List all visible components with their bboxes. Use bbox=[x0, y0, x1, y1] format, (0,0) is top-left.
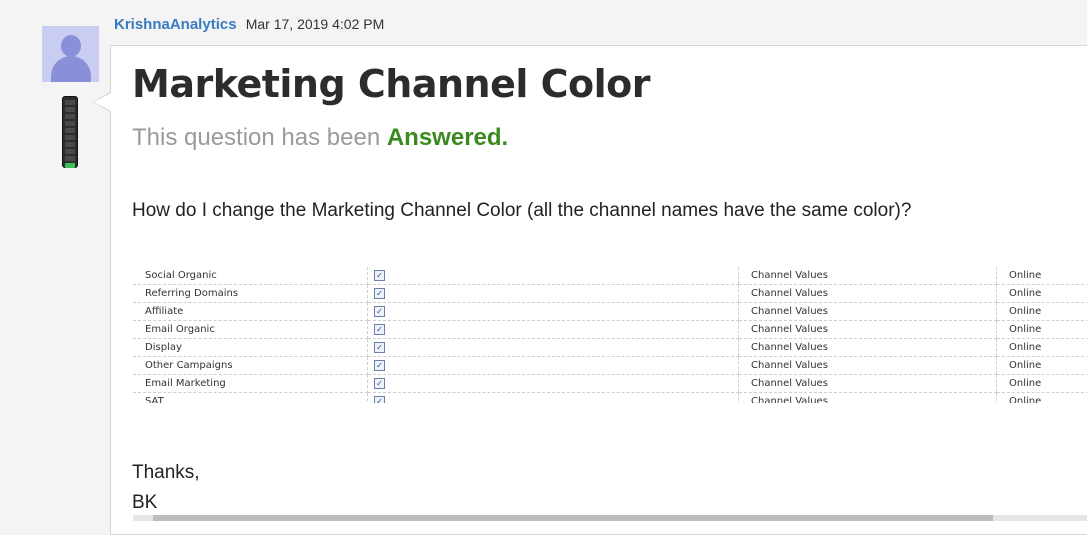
table-row: Referring Domains ✓ Channel ValuesOnline bbox=[133, 285, 1087, 303]
channel-enabled: ✓ bbox=[368, 303, 739, 321]
checkbox-icon: ✓ bbox=[374, 396, 385, 403]
channel-status: Online bbox=[997, 303, 1087, 321]
user-avatar[interactable] bbox=[42, 26, 99, 82]
channel-status: Online bbox=[997, 267, 1087, 285]
question-body: How do I change the Marketing Channel Co… bbox=[132, 200, 911, 222]
channel-status: Online bbox=[997, 375, 1087, 393]
avatar-body-icon bbox=[51, 56, 91, 82]
channel-enabled: ✓ bbox=[368, 375, 739, 393]
channel-enabled: ✓ bbox=[368, 285, 739, 303]
rank-segment bbox=[65, 114, 75, 119]
embedded-screenshot: Social Organic✓Channel ValuesOnlineRefer… bbox=[133, 267, 1087, 403]
table-row: Affiliate ✓ Channel ValuesOnline bbox=[133, 303, 1087, 321]
checkbox-icon: ✓ bbox=[374, 360, 385, 371]
channel-name: Email Organic bbox=[133, 321, 368, 339]
question-title: Marketing Channel Color bbox=[132, 62, 650, 106]
channel-name: SAT bbox=[133, 393, 368, 404]
channel-status: Online bbox=[997, 285, 1087, 303]
channel-type: Channel Values bbox=[739, 357, 997, 375]
channel-enabled: ✓ bbox=[368, 321, 739, 339]
status-prefix: This question has been bbox=[132, 124, 380, 151]
channel-name: Social Organic bbox=[133, 267, 368, 285]
channel-type: Channel Values bbox=[739, 393, 997, 404]
channel-status: Online bbox=[997, 393, 1087, 404]
rank-segment bbox=[65, 149, 75, 154]
table-row: Display ✓ Channel ValuesOnline bbox=[133, 339, 1087, 357]
signoff-name: BK bbox=[132, 488, 200, 518]
rank-segment bbox=[65, 142, 75, 147]
channel-type: Channel Values bbox=[739, 375, 997, 393]
channel-status: Online bbox=[997, 357, 1087, 375]
channel-name: Other Campaigns bbox=[133, 357, 368, 375]
rank-segment bbox=[65, 107, 75, 112]
answered-status: This question has been Answered. bbox=[132, 124, 508, 152]
channel-enabled: ✓ bbox=[368, 267, 739, 285]
channel-type: Channel Values bbox=[739, 285, 997, 303]
channel-name: Display bbox=[133, 339, 368, 357]
channel-type: Channel Values bbox=[739, 339, 997, 357]
post-card-pointer bbox=[94, 93, 111, 111]
table-row: Other Campaigns ✓ Channel ValuesOnline bbox=[133, 357, 1087, 375]
channel-status: Online bbox=[997, 339, 1087, 357]
avatar-head-icon bbox=[61, 35, 81, 57]
channel-enabled: ✓ bbox=[368, 393, 739, 404]
author-link[interactable]: KrishnaAnalytics bbox=[114, 16, 237, 33]
status-answered-label: Answered. bbox=[387, 124, 508, 151]
scrollbar-thumb[interactable] bbox=[153, 515, 993, 521]
table-row: Social Organic ✓ Channel ValuesOnline bbox=[133, 267, 1087, 285]
rank-segment bbox=[65, 135, 75, 140]
table-row: Email Organic ✓ Channel ValuesOnline bbox=[133, 321, 1087, 339]
post-meta: KrishnaAnalytics Mar 17, 2019 4:02 PM bbox=[114, 16, 384, 33]
channel-enabled: ✓ bbox=[368, 339, 739, 357]
checkbox-icon: ✓ bbox=[374, 270, 385, 281]
channel-name: Affiliate bbox=[133, 303, 368, 321]
checkbox-icon: ✓ bbox=[374, 306, 385, 317]
horizontal-scrollbar[interactable] bbox=[133, 515, 1087, 521]
signoff: Thanks, BK bbox=[132, 458, 200, 518]
rank-segment bbox=[65, 121, 75, 126]
checkbox-icon: ✓ bbox=[374, 324, 385, 335]
channel-status: Online bbox=[997, 321, 1087, 339]
checkbox-icon: ✓ bbox=[374, 288, 385, 299]
rank-segment bbox=[65, 128, 75, 133]
channel-type: Channel Values bbox=[739, 321, 997, 339]
rank-segment bbox=[65, 156, 75, 161]
channel-enabled: ✓ bbox=[368, 357, 739, 375]
table-row: SAT ✓ Channel ValuesOnline bbox=[133, 393, 1087, 404]
signoff-thanks: Thanks, bbox=[132, 458, 200, 488]
checkbox-icon: ✓ bbox=[374, 378, 385, 389]
rank-segment bbox=[65, 163, 75, 168]
checkbox-icon: ✓ bbox=[374, 342, 385, 353]
channel-type: Channel Values bbox=[739, 303, 997, 321]
rank-segment bbox=[65, 100, 75, 105]
channel-name: Referring Domains bbox=[133, 285, 368, 303]
channel-name: Email Marketing bbox=[133, 375, 368, 393]
table-row: Email Marketing ✓ Channel ValuesOnline bbox=[133, 375, 1087, 393]
user-rank-indicator bbox=[62, 96, 78, 168]
channel-type: Channel Values bbox=[739, 267, 997, 285]
channel-table: Social Organic✓Channel ValuesOnlineRefer… bbox=[133, 267, 1087, 403]
post-date: Mar 17, 2019 4:02 PM bbox=[246, 16, 385, 32]
